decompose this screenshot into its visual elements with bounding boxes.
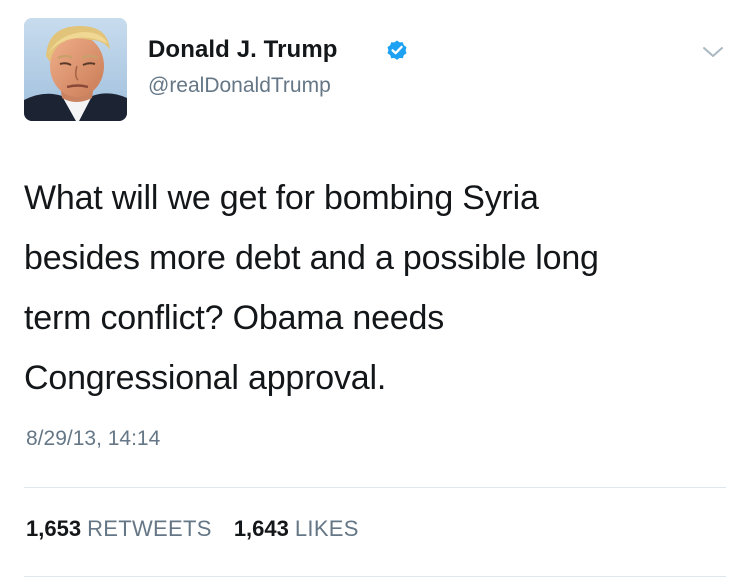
- retweets-stat[interactable]: 1,653 RETWEETS: [26, 516, 212, 542]
- likes-count: 1,643: [233, 516, 289, 541]
- author-handle[interactable]: @realDonaldTrump: [148, 74, 331, 98]
- chevron-down-icon[interactable]: [700, 42, 726, 62]
- divider: [24, 576, 726, 577]
- divider: [24, 487, 726, 488]
- retweets-label: RETWEETS: [87, 516, 212, 541]
- tweet-card: Donald J. Trump @realDonaldTrump What wi…: [0, 0, 749, 581]
- avatar-image: [24, 18, 127, 121]
- tweet-text: What will we get for bombing Syria besid…: [24, 179, 599, 397]
- retweets-count: 1,653: [26, 516, 82, 541]
- verified-badge-icon: [387, 40, 407, 60]
- tweet-timestamp[interactable]: 8/29/13, 14:14: [26, 427, 160, 451]
- author-name[interactable]: Donald J. Trump: [148, 36, 338, 64]
- likes-stat[interactable]: 1,643 LIKES: [234, 516, 359, 542]
- tweet-stats: 1,653 RETWEETS 1,643 LIKES: [26, 516, 359, 542]
- author-avatar[interactable]: [24, 18, 127, 121]
- likes-label: LIKES: [294, 516, 359, 541]
